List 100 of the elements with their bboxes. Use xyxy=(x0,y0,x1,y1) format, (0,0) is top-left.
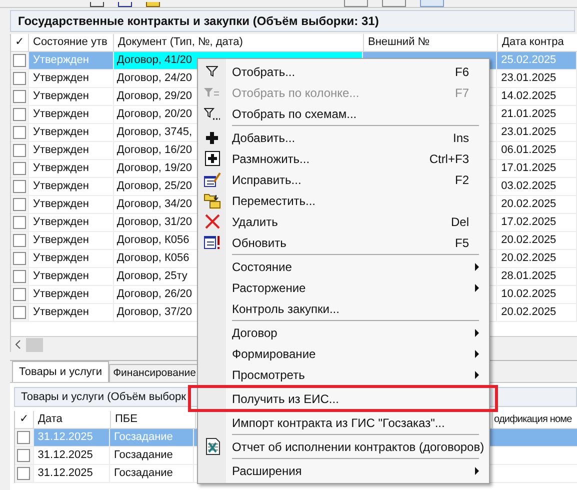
menu-item[interactable]: Формирование xyxy=(198,343,489,364)
table-cell: 14.02.2025 xyxy=(497,88,577,105)
table-cell: Утвержден xyxy=(28,232,114,249)
column-header[interactable]: ✓ xyxy=(15,411,34,428)
table-cell: 20.02.2025 xyxy=(497,250,577,267)
table-cell: 23.01.2025 xyxy=(497,70,577,87)
menu-item[interactable]: Исправить... F2 xyxy=(198,169,489,190)
checkbox[interactable] xyxy=(12,108,26,121)
table-cell: 31.12.2025 xyxy=(34,429,110,446)
table-cell-text: Договор, 20/20 xyxy=(116,107,194,122)
filter-icon xyxy=(206,66,218,77)
menu-item[interactable]: Договор xyxy=(198,322,489,343)
table-cell: Утвержден xyxy=(28,250,114,267)
checkbox[interactable] xyxy=(12,90,26,103)
checkbox[interactable] xyxy=(17,431,30,444)
column-header[interactable]: Дата xyxy=(34,411,111,428)
table-pencil-icon xyxy=(204,172,220,188)
checkbox[interactable] xyxy=(12,162,26,175)
column-header[interactable]: Состояние утв xyxy=(29,34,114,51)
menu-item[interactable]: Расторжение xyxy=(198,277,489,298)
checkbox[interactable] xyxy=(12,234,26,247)
checkbox[interactable] xyxy=(12,216,26,229)
menu-item[interactable]: Отчет об исполнении контрактов (договоров) xyxy=(198,436,489,457)
table-cell: Госзадание xyxy=(110,465,194,482)
table-exclamation-icon xyxy=(204,235,220,250)
menu-item[interactable]: Контроль закупки... xyxy=(198,298,489,319)
menu-item[interactable]: Обновить F5 xyxy=(198,232,489,253)
checkbox[interactable] xyxy=(12,306,26,319)
toolbar-button[interactable] xyxy=(118,2,132,7)
toolbar-button[interactable] xyxy=(90,2,104,7)
table-cell: 20.02.2025 xyxy=(497,304,577,321)
table-cell-text: Договор, 26/20 xyxy=(116,287,194,302)
column-header[interactable]: Документ (Тип, №, дата) xyxy=(114,34,364,51)
table-cell: Утвержден xyxy=(28,286,114,303)
menu-item[interactable]: Размножить... Ctrl+F3 xyxy=(198,148,489,169)
table-cell: Утвержден xyxy=(28,214,114,231)
checkbox[interactable] xyxy=(12,54,26,67)
delete-icon xyxy=(204,214,220,229)
checkbox[interactable] xyxy=(12,198,26,211)
table-cell: 10.02.2025 xyxy=(497,286,577,303)
menu-item[interactable]: Импорт контракта из ГИС "Госзаказ"... xyxy=(198,412,489,433)
submenu-arrow-icon xyxy=(475,350,479,358)
table-cell: 06.01.2025 xyxy=(497,142,577,159)
table-cell-text: Договор, 25/20 xyxy=(116,179,194,194)
filter-icon xyxy=(204,88,220,98)
menu-item[interactable]: Отобрать по схемам... xyxy=(198,103,489,124)
checkbox[interactable] xyxy=(17,449,30,462)
checkbox[interactable] xyxy=(12,270,26,283)
table-cell: Утвержден xyxy=(28,196,114,213)
table-cell-text: Договор, 19/20 xyxy=(116,161,194,176)
scroll-thumb[interactable] xyxy=(26,338,43,352)
checkbox[interactable] xyxy=(12,288,26,301)
table-cell-text: Договор, 29/20 xyxy=(116,89,194,104)
checkbox[interactable] xyxy=(12,126,26,139)
table-cell: Утвержден xyxy=(28,52,114,69)
submenu-arrow-icon xyxy=(475,328,479,336)
table-cell: 03.02.2025 xyxy=(497,178,577,195)
menu-item[interactable]: Добавить... Ins xyxy=(198,127,489,148)
tab[interactable]: Финансирование xyxy=(109,364,200,382)
column-header[interactable]: ✓ xyxy=(11,34,29,51)
menu-item[interactable]: Отобрать... F6 xyxy=(198,61,489,82)
table-cell-text: Договор, 3745, xyxy=(116,125,194,140)
menu-item[interactable]: Расширения xyxy=(198,460,489,481)
spreadsheet-icon xyxy=(204,438,220,455)
table-cell: 28.01.2025 xyxy=(497,268,577,285)
panel-title: Товары и услуги (Объём выборк xyxy=(21,390,186,405)
checkbox[interactable] xyxy=(12,180,26,193)
table-cell-text: Договор, 16/20 xyxy=(116,143,194,158)
table-cell-text: Договор, 37/20 xyxy=(116,305,194,320)
plus-icon xyxy=(206,132,218,144)
menu-item[interactable]: Получить из ЕИС... xyxy=(198,388,489,409)
submenu-arrow-icon xyxy=(475,466,479,474)
scroll-left-icon[interactable] xyxy=(15,340,21,349)
table-cell-text: Договор, 41/20 xyxy=(116,53,194,68)
table-cell: 17.01.2025 xyxy=(497,160,577,177)
table-cell: Утвержден xyxy=(28,70,114,87)
table-cell: 23.01.2025 xyxy=(497,124,577,141)
menu-item[interactable]: Просмотреть xyxy=(198,364,489,385)
checkbox[interactable] xyxy=(12,72,26,85)
tab[interactable]: Товары и услуги xyxy=(12,361,110,382)
filter-icon xyxy=(204,108,220,120)
plus-box-icon xyxy=(204,151,220,166)
table-cell-text: Договор, 24/20 xyxy=(116,71,194,86)
table-cell: 21.01.2025 xyxy=(497,106,577,123)
table-cell: 25.02.2025 xyxy=(497,52,577,69)
column-header[interactable]: Внешний № xyxy=(364,34,498,51)
menu-item[interactable]: Переместить... xyxy=(198,190,489,211)
table-cell: 20.02.2025 xyxy=(497,232,577,249)
table-cell-text: Договор, 31/20 xyxy=(116,215,194,230)
menu-item[interactable]: Состояние xyxy=(198,256,489,277)
menu-item[interactable]: Удалить Del xyxy=(198,211,489,232)
checkbox[interactable] xyxy=(17,467,30,480)
checkbox[interactable] xyxy=(12,252,26,265)
column-header[interactable]: Дата контра xyxy=(498,34,577,51)
table-cell: Утвержден xyxy=(28,88,114,105)
submenu-arrow-icon xyxy=(475,284,479,292)
checkbox[interactable] xyxy=(12,144,26,157)
table-cell: 31.12.2025 xyxy=(34,447,110,464)
table-cell: 17.02.2025 xyxy=(497,214,577,231)
panel-title: Государственные контракты и закупки (Объём выборки: 31) xyxy=(18,13,379,30)
